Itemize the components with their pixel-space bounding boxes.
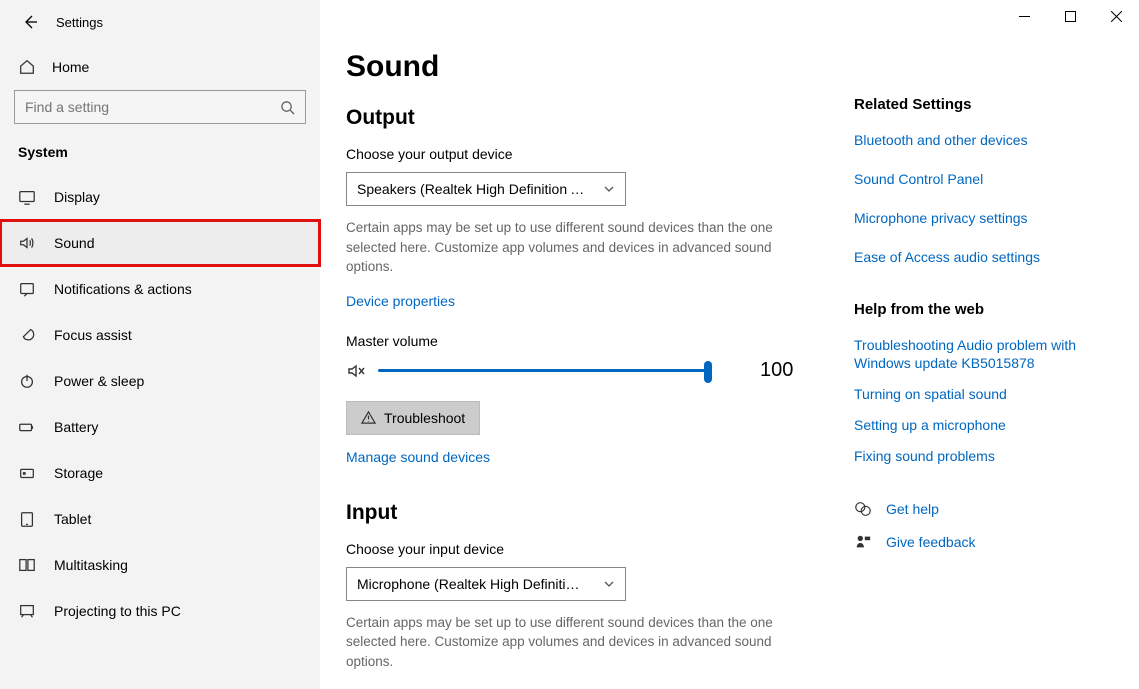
right-column: Related Settings Bluetooth and other dev… bbox=[854, 0, 1114, 689]
maximize-button[interactable] bbox=[1047, 0, 1093, 32]
titlebar: Settings bbox=[0, 8, 320, 48]
sidebar-item-battery[interactable]: Battery bbox=[0, 404, 320, 450]
sound-icon bbox=[18, 234, 36, 252]
get-help-icon bbox=[854, 500, 872, 518]
display-icon bbox=[18, 188, 36, 206]
search-icon bbox=[280, 100, 295, 115]
master-volume-value: 100 bbox=[760, 359, 793, 382]
get-help-link[interactable]: Get help bbox=[886, 500, 939, 519]
get-help-row[interactable]: Get help bbox=[854, 500, 1104, 519]
storage-icon bbox=[18, 464, 36, 482]
minimize-button[interactable] bbox=[1001, 0, 1047, 32]
sidebar-item-sound[interactable]: Sound bbox=[0, 220, 320, 266]
content: Sound Output Choose your output device S… bbox=[320, 0, 854, 689]
close-button[interactable] bbox=[1093, 0, 1139, 32]
help-link-spatial-sound[interactable]: Turning on spatial sound bbox=[854, 385, 1104, 404]
feedback-icon bbox=[854, 533, 872, 551]
chevron-down-icon bbox=[603, 183, 615, 195]
help-link-setup-mic[interactable]: Setting up a microphone bbox=[854, 416, 1104, 435]
focus-icon bbox=[18, 326, 36, 344]
help-link-troubleshoot-audio[interactable]: Troubleshooting Audio problem with Windo… bbox=[854, 336, 1104, 374]
notifications-icon bbox=[18, 280, 36, 298]
tablet-icon bbox=[18, 510, 36, 528]
give-feedback-row[interactable]: Give feedback bbox=[854, 533, 1104, 552]
sidebar-item-label: Focus assist bbox=[54, 327, 132, 343]
sidebar-item-storage[interactable]: Storage bbox=[0, 450, 320, 496]
page-title: Sound bbox=[346, 50, 834, 84]
output-device-properties-link[interactable]: Device properties bbox=[346, 293, 455, 309]
sidebar-item-label: Display bbox=[54, 189, 100, 205]
window-title: Settings bbox=[56, 15, 103, 30]
sidebar-item-multitasking[interactable]: Multitasking bbox=[0, 542, 320, 588]
sidebar-item-label: Multitasking bbox=[54, 557, 128, 573]
sidebar-item-focus[interactable]: Focus assist bbox=[0, 312, 320, 358]
input-device-value: Microphone (Realtek High Definitio… bbox=[357, 576, 587, 592]
troubleshoot-label: Troubleshoot bbox=[384, 410, 465, 426]
projecting-icon bbox=[18, 602, 36, 620]
sidebar-home[interactable]: Home bbox=[0, 48, 320, 86]
master-volume-slider[interactable] bbox=[378, 359, 708, 383]
output-device-label: Choose your output device bbox=[346, 146, 834, 162]
master-volume-row: 100 bbox=[346, 359, 834, 383]
sidebar-item-tablet[interactable]: Tablet bbox=[0, 496, 320, 542]
main: Sound Output Choose your output device S… bbox=[320, 0, 1139, 689]
input-helper: Certain apps may be set up to use differ… bbox=[346, 613, 796, 672]
home-icon bbox=[18, 58, 36, 76]
manage-sound-devices-link[interactable]: Manage sound devices bbox=[346, 449, 490, 465]
sidebar-item-label: Battery bbox=[54, 419, 98, 435]
sidebar-item-display[interactable]: Display bbox=[0, 174, 320, 220]
give-feedback-link[interactable]: Give feedback bbox=[886, 533, 976, 552]
sidebar-nav: Display Sound Notifications & actions Fo… bbox=[0, 174, 320, 634]
master-volume-label: Master volume bbox=[346, 333, 834, 349]
sidebar-item-label: Power & sleep bbox=[54, 373, 144, 389]
related-link-bluetooth[interactable]: Bluetooth and other devices bbox=[854, 131, 1104, 150]
help-heading: Help from the web bbox=[854, 301, 1104, 318]
mute-icon[interactable] bbox=[346, 361, 366, 381]
sidebar-item-power[interactable]: Power & sleep bbox=[0, 358, 320, 404]
sidebar-item-label: Tablet bbox=[54, 511, 91, 527]
warning-icon bbox=[361, 410, 376, 425]
sidebar-item-notifications[interactable]: Notifications & actions bbox=[0, 266, 320, 312]
sidebar-item-projecting[interactable]: Projecting to this PC bbox=[0, 588, 320, 634]
sidebar-item-label: Sound bbox=[54, 235, 94, 251]
help-link-fixing-sound[interactable]: Fixing sound problems bbox=[854, 447, 1104, 466]
chevron-down-icon bbox=[603, 578, 615, 590]
sidebar-section: System bbox=[0, 138, 320, 174]
back-icon[interactable] bbox=[22, 14, 38, 30]
sidebar-item-label: Storage bbox=[54, 465, 103, 481]
input-device-combo[interactable]: Microphone (Realtek High Definitio… bbox=[346, 567, 626, 601]
sidebar-item-label: Notifications & actions bbox=[54, 281, 192, 297]
output-heading: Output bbox=[346, 106, 834, 130]
sidebar: Settings Home System Display bbox=[0, 0, 320, 689]
multitasking-icon bbox=[18, 556, 36, 574]
input-heading: Input bbox=[346, 501, 834, 525]
troubleshoot-button[interactable]: Troubleshoot bbox=[346, 401, 480, 435]
related-settings-heading: Related Settings bbox=[854, 96, 1104, 113]
output-device-value: Speakers (Realtek High Definition A… bbox=[357, 181, 587, 197]
output-device-combo[interactable]: Speakers (Realtek High Definition A… bbox=[346, 172, 626, 206]
input-device-label: Choose your input device bbox=[346, 541, 834, 557]
power-icon bbox=[18, 372, 36, 390]
sidebar-item-label: Projecting to this PC bbox=[54, 603, 181, 619]
related-link-sound-control[interactable]: Sound Control Panel bbox=[854, 170, 1104, 189]
sidebar-home-label: Home bbox=[52, 59, 89, 75]
window-controls bbox=[1001, 0, 1139, 32]
battery-icon bbox=[18, 418, 36, 436]
related-link-ease-access[interactable]: Ease of Access audio settings bbox=[854, 248, 1104, 267]
search-field[interactable] bbox=[25, 99, 280, 115]
search-input[interactable] bbox=[14, 90, 306, 124]
related-link-mic-privacy[interactable]: Microphone privacy settings bbox=[854, 209, 1104, 228]
output-helper: Certain apps may be set up to use differ… bbox=[346, 218, 796, 277]
